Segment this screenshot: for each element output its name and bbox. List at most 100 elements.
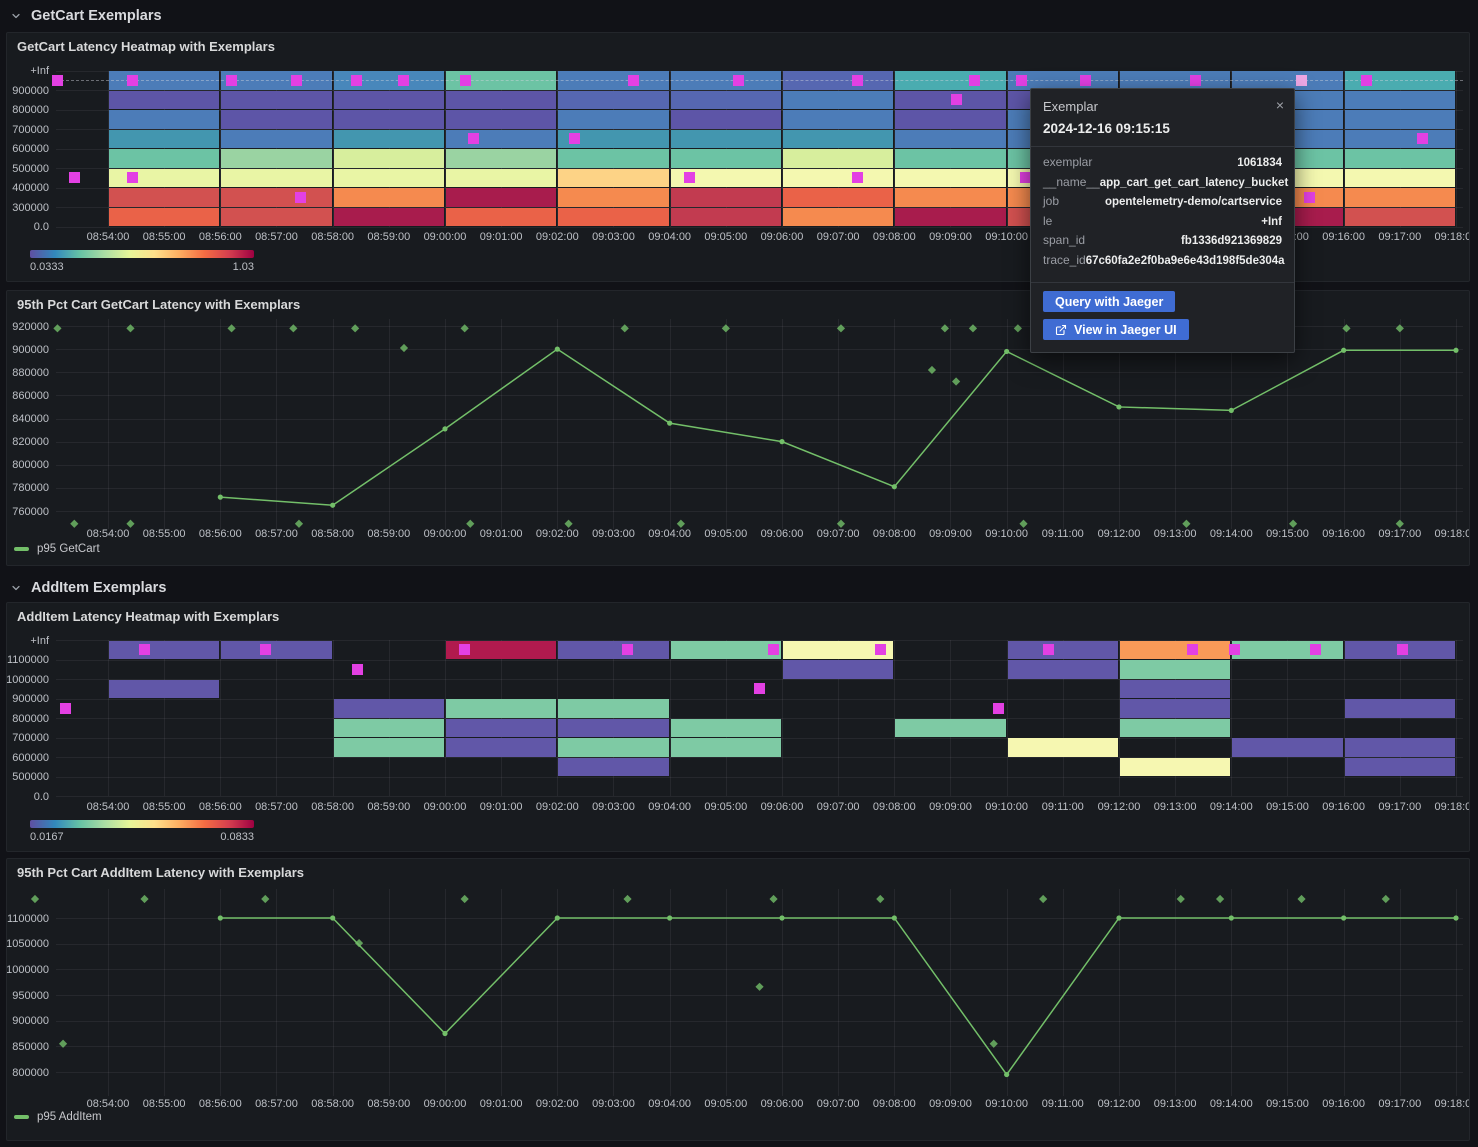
exemplar-marker[interactable] — [1229, 644, 1240, 655]
exemplar-marker[interactable] — [569, 133, 580, 144]
exemplar-diamond[interactable] — [31, 895, 39, 903]
exemplar-marker[interactable] — [460, 75, 471, 86]
data-point[interactable] — [892, 484, 897, 489]
exemplar-diamond[interactable] — [126, 520, 134, 528]
exemplar-marker[interactable] — [754, 683, 765, 694]
exemplar-marker[interactable] — [60, 703, 71, 714]
exemplar-marker[interactable] — [852, 75, 863, 86]
exemplar-diamond[interactable] — [1177, 895, 1185, 903]
exemplar-marker[interactable] — [69, 172, 80, 183]
exemplar-marker[interactable] — [459, 644, 470, 655]
exemplar-marker[interactable] — [1080, 75, 1091, 86]
data-point[interactable] — [555, 915, 560, 920]
exemplar-diamond[interactable] — [1396, 324, 1404, 332]
section-row-additem[interactable]: AddItem Exemplars — [10, 577, 166, 599]
close-icon[interactable]: × — [1276, 98, 1284, 112]
exemplar-diamond[interactable] — [289, 324, 297, 332]
exemplar-marker[interactable] — [139, 644, 150, 655]
data-point[interactable] — [1004, 349, 1009, 354]
data-point[interactable] — [330, 503, 335, 508]
exemplar-marker[interactable] — [127, 172, 138, 183]
exemplar-marker[interactable] — [1310, 644, 1321, 655]
data-point[interactable] — [555, 347, 560, 352]
exemplar-marker[interactable] — [951, 94, 962, 105]
data-point[interactable] — [1116, 404, 1121, 409]
exemplar-marker[interactable] — [260, 644, 271, 655]
data-point[interactable] — [330, 915, 335, 920]
exemplar-diamond[interactable] — [564, 520, 572, 528]
exemplar-diamond[interactable] — [837, 520, 845, 528]
exemplar-diamond[interactable] — [53, 324, 61, 332]
exemplar-diamond[interactable] — [466, 520, 474, 528]
exemplar-diamond[interactable] — [400, 344, 408, 352]
exemplar-marker[interactable] — [875, 644, 886, 655]
exemplar-diamond[interactable] — [140, 895, 148, 903]
exemplar-marker[interactable] — [768, 644, 779, 655]
exemplar-marker[interactable] — [1361, 75, 1372, 86]
data-point[interactable] — [1341, 915, 1346, 920]
exemplar-diamond[interactable] — [1182, 520, 1190, 528]
data-point[interactable] — [1116, 915, 1121, 920]
exemplar-diamond[interactable] — [1216, 895, 1224, 903]
exemplar-diamond[interactable] — [1019, 520, 1027, 528]
exemplar-marker[interactable] — [1043, 644, 1054, 655]
data-point[interactable] — [442, 426, 447, 431]
exemplar-marker[interactable] — [52, 75, 63, 86]
view-in-jaeger-ui-button[interactable]: View in Jaeger UI — [1043, 319, 1189, 340]
data-point[interactable] — [779, 439, 784, 444]
exemplar-diamond[interactable] — [876, 895, 884, 903]
exemplar-diamond[interactable] — [295, 520, 303, 528]
exemplar-marker[interactable] — [684, 172, 695, 183]
exemplar-diamond[interactable] — [941, 324, 949, 332]
exemplar-marker[interactable] — [351, 75, 362, 86]
section-row-getcart[interactable]: GetCart Exemplars — [10, 5, 162, 27]
exemplar-diamond[interactable] — [1342, 324, 1350, 332]
data-point[interactable] — [1004, 1072, 1009, 1077]
exemplar-diamond[interactable] — [755, 983, 763, 991]
exemplar-marker[interactable] — [226, 75, 237, 86]
exemplar-marker[interactable] — [468, 133, 479, 144]
exemplar-diamond[interactable] — [990, 1040, 998, 1048]
exemplar-marker[interactable] — [1190, 75, 1201, 86]
exemplar-diamond[interactable] — [928, 366, 936, 374]
exemplar-diamond[interactable] — [355, 939, 363, 947]
exemplar-diamond[interactable] — [623, 895, 631, 903]
exemplar-diamond[interactable] — [969, 324, 977, 332]
exemplar-diamond[interactable] — [1289, 520, 1297, 528]
data-point[interactable] — [1341, 348, 1346, 353]
exemplar-diamond[interactable] — [70, 520, 78, 528]
exemplar-marker[interactable] — [352, 664, 363, 675]
exemplar-diamond[interactable] — [227, 324, 235, 332]
exemplar-marker[interactable] — [295, 192, 306, 203]
exemplar-diamond[interactable] — [59, 1040, 67, 1048]
exemplar-marker[interactable] — [1187, 644, 1198, 655]
data-point[interactable] — [1453, 915, 1458, 920]
exemplar-marker[interactable] — [398, 75, 409, 86]
exemplar-marker[interactable] — [1016, 75, 1027, 86]
exemplar-marker[interactable] — [733, 75, 744, 86]
exemplar-diamond[interactable] — [1297, 895, 1305, 903]
exemplar-diamond[interactable] — [677, 520, 685, 528]
exemplar-marker[interactable] — [852, 172, 863, 183]
exemplar-marker[interactable] — [993, 703, 1004, 714]
data-point[interactable] — [1229, 408, 1234, 413]
exemplar-marker[interactable] — [291, 75, 302, 86]
data-point[interactable] — [1453, 348, 1458, 353]
exemplar-marker[interactable] — [1417, 133, 1428, 144]
exemplar-diamond[interactable] — [1382, 895, 1390, 903]
exemplar-diamond[interactable] — [261, 895, 269, 903]
exemplar-diamond[interactable] — [1014, 324, 1022, 332]
data-point[interactable] — [892, 915, 897, 920]
legend-item[interactable]: p95 GetCart — [14, 543, 100, 555]
exemplar-marker[interactable] — [628, 75, 639, 86]
exemplar-diamond[interactable] — [126, 324, 134, 332]
exemplar-diamond[interactable] — [952, 377, 960, 385]
exemplar-diamond[interactable] — [837, 324, 845, 332]
data-point[interactable] — [218, 915, 223, 920]
data-point[interactable] — [667, 915, 672, 920]
exemplar-diamond[interactable] — [722, 324, 730, 332]
exemplar-diamond[interactable] — [621, 324, 629, 332]
exemplar-diamond[interactable] — [351, 324, 359, 332]
exemplar-marker[interactable] — [622, 644, 633, 655]
exemplar-marker[interactable] — [1304, 192, 1315, 203]
